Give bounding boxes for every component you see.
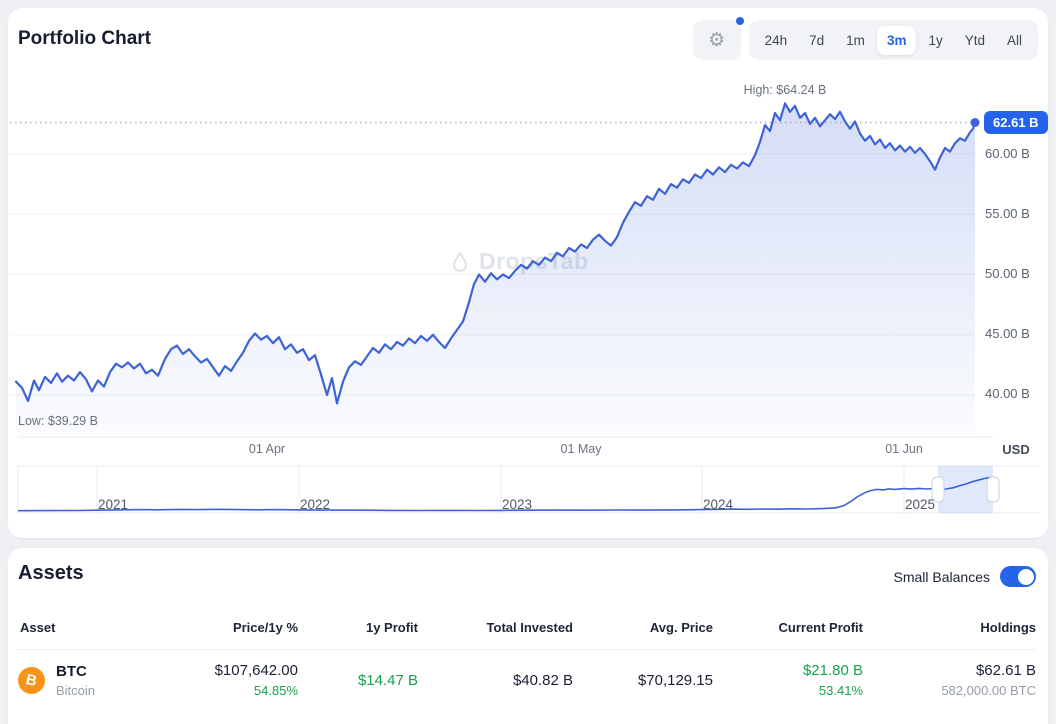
year-label-2023: 2023	[502, 497, 532, 512]
x-tick-jun: 01 Jun	[862, 442, 946, 456]
year-label-2022: 2022	[300, 497, 330, 512]
price-cell: $107,642.00 54.85%	[178, 662, 298, 698]
y-tick-55: 55.00 B	[985, 206, 1047, 221]
y-tick-45: 45.00 B	[985, 326, 1047, 341]
y-tick-40: 40.00 B	[985, 386, 1047, 401]
assets-card: Assets Small Balances Asset Price/1y % 1…	[8, 548, 1048, 724]
avg-price-cell: $70,129.15	[573, 672, 713, 689]
col-current-profit: Current Profit	[713, 620, 863, 635]
brush-handle-right[interactable]	[987, 477, 999, 502]
profit-1y-cell: $14.47 B	[298, 672, 418, 689]
year-label-2024: 2024	[703, 497, 733, 512]
holdings-cell: $62.61 B 582,000.00 BTC	[863, 662, 1036, 698]
low-value-label: Low: $39.29 B	[18, 414, 98, 428]
x-tick-may: 01 May	[539, 442, 623, 456]
asset-name: Bitcoin	[56, 683, 95, 698]
price-value: $107,642.00	[178, 662, 298, 679]
chart-area-fill	[16, 103, 975, 437]
current-profit-pct: 53.41%	[713, 683, 863, 698]
profit-1y-value: $14.47 B	[298, 672, 418, 689]
assets-table-header: Asset Price/1y % 1y Profit Total Investe…	[18, 610, 1036, 650]
col-asset: Asset	[18, 620, 178, 635]
current-profit-value: $21.80 B	[713, 662, 863, 679]
holdings-usd-value: $62.61 B	[863, 662, 1036, 679]
brush-selection[interactable]	[938, 466, 993, 513]
assets-title: Assets	[18, 562, 84, 585]
col-holdings: Holdings	[863, 620, 1036, 635]
bitcoin-icon: B	[18, 667, 45, 694]
year-label-2021: 2021	[98, 497, 128, 512]
asset-cell: B BTC Bitcoin	[18, 663, 178, 698]
table-row-btc[interactable]: B BTC Bitcoin $107,642.00 54.85% $14.47 …	[18, 650, 1036, 710]
price-change-value: 54.85%	[178, 683, 298, 698]
asset-symbol: BTC	[56, 663, 95, 680]
currency-label: USD	[987, 442, 1045, 457]
assets-table: Asset Price/1y % 1y Profit Total Investe…	[18, 610, 1036, 710]
year-label-2025: 2025	[905, 497, 935, 512]
y-tick-60: 60.00 B	[985, 146, 1047, 161]
small-balances-control: Small Balances	[894, 566, 1037, 587]
total-invested-cell: $40.82 B	[418, 672, 573, 689]
col-price: Price/1y %	[178, 620, 298, 635]
holdings-amount-value: 582,000.00 BTC	[863, 683, 1036, 698]
col-total-invested: Total Invested	[418, 620, 573, 635]
x-tick-apr: 01 Apr	[225, 442, 309, 456]
col-1y-profit: 1y Profit	[298, 620, 418, 635]
total-invested-value: $40.82 B	[418, 672, 573, 689]
small-balances-label: Small Balances	[894, 569, 991, 585]
latest-point-dot	[971, 118, 980, 127]
portfolio-chart-card: Portfolio Chart ⚙ 24h 7d 1m 3m 1y Ytd Al…	[8, 8, 1048, 538]
high-value-label: High: $64.24 B	[705, 83, 865, 97]
current-value-badge: 62.61 B	[984, 111, 1048, 134]
avg-price-value: $70,129.15	[573, 672, 713, 689]
small-balances-toggle[interactable]	[1000, 566, 1036, 587]
col-avg-price: Avg. Price	[573, 620, 713, 635]
current-profit-cell: $21.80 B 53.41%	[713, 662, 863, 698]
y-tick-50: 50.00 B	[985, 266, 1047, 281]
toggle-knob	[1018, 569, 1034, 585]
